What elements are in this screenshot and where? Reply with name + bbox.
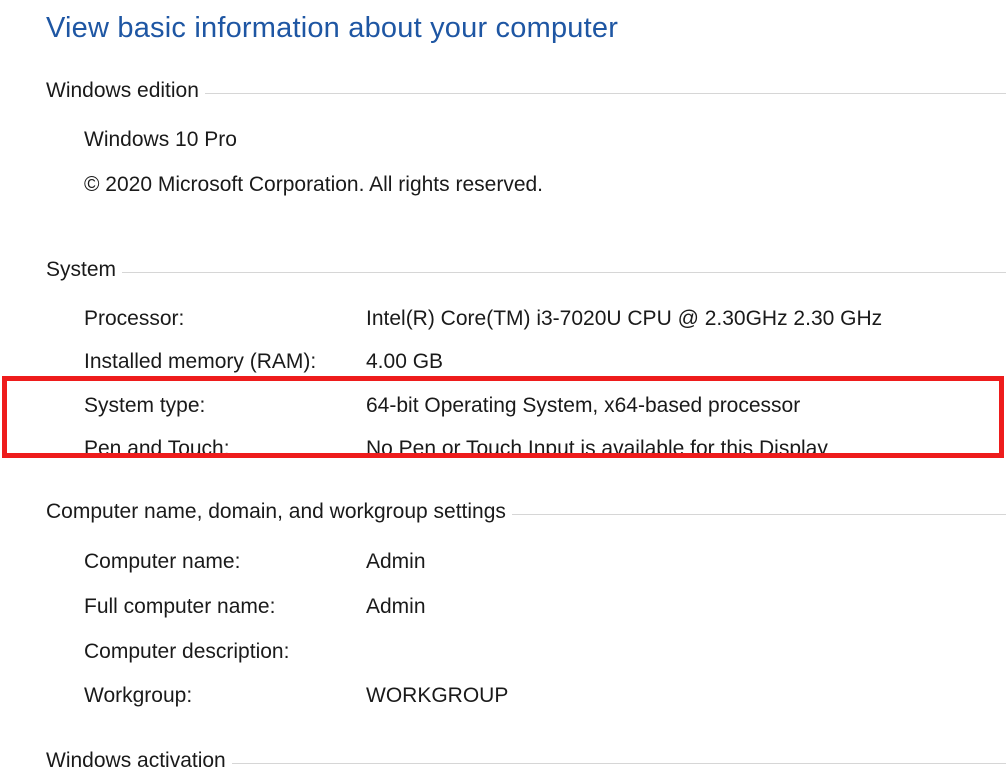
computer-row-full-name: Full computer name: Admin	[84, 592, 998, 622]
row-label: Workgroup:	[84, 684, 193, 707]
computer-row-name: Computer name: Admin	[84, 547, 998, 577]
row-label: Full computer name:	[84, 595, 276, 618]
section-label: Windows edition	[46, 79, 199, 102]
section-header-system: System	[46, 255, 1006, 285]
system-row-processor: Processor: Intel(R) Core(TM) i3-7020U CP…	[84, 304, 998, 334]
section-divider	[231, 762, 1006, 764]
section-header-windows-edition: Windows edition	[46, 76, 1006, 106]
row-value: 4.00 GB	[366, 350, 444, 373]
section-label: Computer name, domain, and workgroup set…	[46, 500, 506, 523]
page-title: View basic information about your comput…	[46, 12, 619, 44]
row-value: Admin	[366, 595, 426, 618]
computer-row-workgroup: Workgroup: WORKGROUP	[84, 681, 998, 711]
row-label: Processor:	[84, 307, 185, 330]
section-label: Windows activation	[46, 749, 226, 772]
system-row-system-type: System type: 64-bit Operating System, x6…	[84, 391, 998, 421]
row-value: 64-bit Operating System, x64-based proce…	[366, 394, 801, 417]
row-label: Installed memory (RAM):	[84, 350, 317, 373]
edition-name: Windows 10 Pro	[84, 128, 237, 151]
row-label: Computer description:	[84, 640, 290, 663]
section-divider	[204, 92, 1006, 94]
system-row-memory: Installed memory (RAM): 4.00 GB	[84, 347, 998, 377]
row-value: Admin	[366, 550, 426, 573]
section-divider	[511, 513, 1006, 515]
row-label: System type:	[84, 394, 206, 417]
clip-mask	[0, 453, 1008, 467]
section-divider	[122, 271, 1006, 273]
row-value: WORKGROUP	[366, 684, 509, 707]
row-label: Computer name:	[84, 550, 241, 573]
edition-copyright: © 2020 Microsoft Corporation. All rights…	[84, 173, 544, 196]
section-header-computer-name: Computer name, domain, and workgroup set…	[46, 497, 1006, 527]
computer-row-description: Computer description:	[84, 637, 998, 667]
section-label: System	[46, 258, 117, 281]
row-value: Intel(R) Core(TM) i3-7020U CPU @ 2.30GHz…	[366, 307, 883, 330]
system-info-page: View basic information about your comput…	[0, 0, 1008, 781]
section-header-windows-activation: Windows activation	[46, 746, 1006, 776]
